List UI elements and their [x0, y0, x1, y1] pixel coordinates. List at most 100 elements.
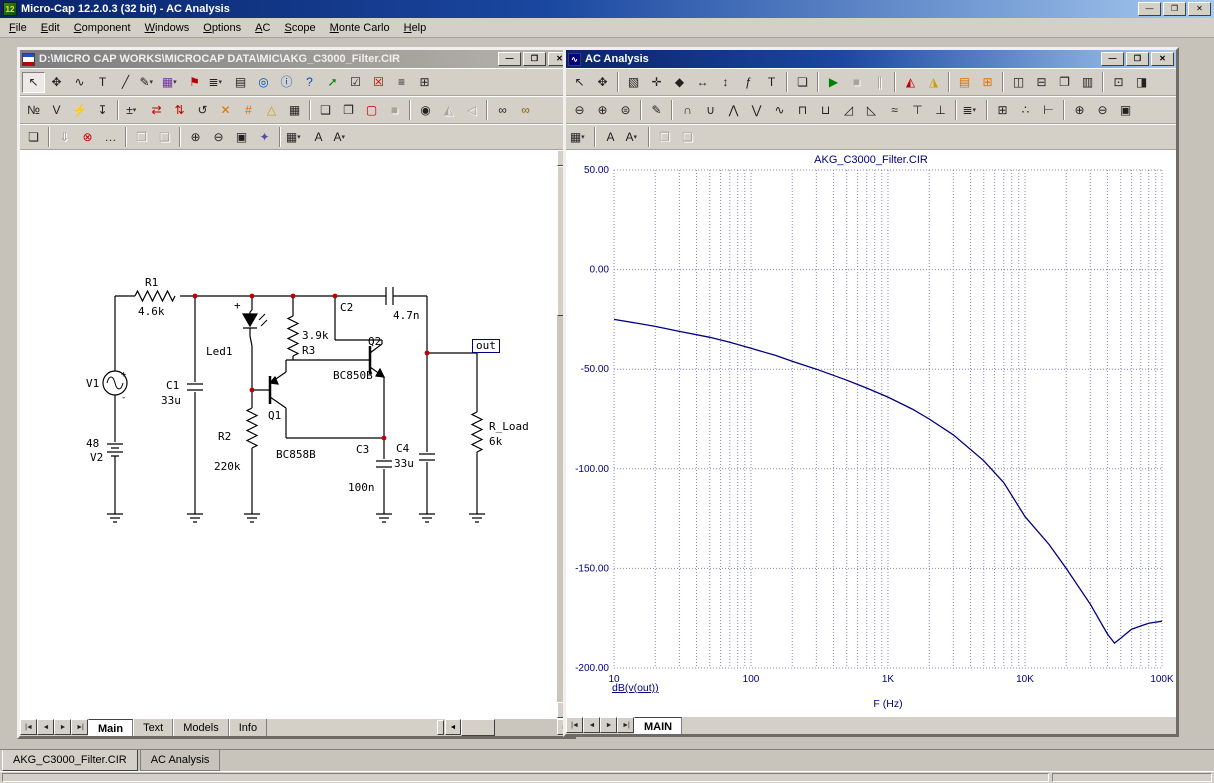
properties-icon[interactable]: ❏	[791, 72, 814, 93]
rotate-icon[interactable]: ↺	[191, 100, 214, 121]
last-tab-button[interactable]: ►|	[71, 719, 88, 735]
text-mode-icon[interactable]: T	[760, 72, 783, 93]
menu-help[interactable]: Help	[397, 20, 434, 36]
grid-options-icon[interactable]: ▦▾	[568, 127, 591, 148]
picture-mode-dropdown-icon[interactable]: ▾	[173, 78, 181, 86]
zoom-out-icon[interactable]: ⊖	[1091, 100, 1114, 121]
find-part-icon[interactable]: ◎	[252, 72, 275, 93]
zoom-area-icon[interactable]: ▣	[230, 127, 253, 148]
scale-down-icon[interactable]: ⊖	[568, 100, 591, 121]
menu-ac[interactable]: AC	[248, 20, 277, 36]
analysis-limits-icon[interactable]: ◭	[899, 72, 922, 93]
zoom-in-icon[interactable]: ⊕	[1068, 100, 1091, 121]
list-icon[interactable]: ≡	[390, 72, 413, 93]
pan-mode-icon[interactable]: ✥	[45, 72, 68, 93]
flag-mode-icon[interactable]: ⚑	[183, 72, 206, 93]
menu-monte-carlo[interactable]: Monte Carlo	[323, 20, 397, 36]
minimize-button[interactable]: —	[1138, 2, 1161, 16]
font-color-icon[interactable]: A	[307, 127, 330, 148]
more-options-icon[interactable]: …	[99, 127, 122, 148]
cancel-icon[interactable]: ⊗	[76, 127, 99, 148]
power-display-icon[interactable]: ↧	[91, 100, 114, 121]
scroll-left-button[interactable]: ◄	[445, 719, 461, 735]
snapshot-icon[interactable]: ✦	[253, 127, 276, 148]
peak-icon[interactable]: ∩	[676, 100, 699, 121]
region-disable-icon[interactable]: ☒	[367, 72, 390, 93]
region-enable-icon[interactable]: ☑	[344, 72, 367, 93]
font-size-dropdown-icon[interactable]: ▾	[634, 133, 642, 141]
horizontal-tag-icon[interactable]: ↔	[691, 72, 714, 93]
copy-page-icon[interactable]: ❐	[337, 100, 360, 121]
tab-models[interactable]: Models	[173, 719, 228, 736]
component-table-icon[interactable]: ▤	[229, 72, 252, 93]
schematic-title-bar[interactable]: D:\MICRO CAP WORKS\MICROCAP DATA\MIC\AKG…	[20, 50, 573, 68]
restore-button[interactable]: ❐	[1163, 2, 1186, 16]
bottom-measure-icon[interactable]: ⊥	[929, 100, 952, 121]
graphics-mode-dropdown-icon[interactable]: ▾	[150, 78, 158, 86]
performance-tag-icon[interactable]: ƒ	[737, 72, 760, 93]
font-color-icon[interactable]: A	[599, 127, 622, 148]
grid-options-icon[interactable]: ▦▾	[284, 127, 307, 148]
mesh-icon[interactable]: #	[237, 100, 260, 121]
maximize-plot-icon[interactable]: ⊡	[1107, 72, 1130, 93]
target-icon[interactable]: ◉	[414, 100, 437, 121]
wire-mode-icon[interactable]: ∿	[68, 72, 91, 93]
diagonal-wire-mode-icon[interactable]: ╱	[114, 72, 137, 93]
watch-icon[interactable]: ⊞	[976, 72, 999, 93]
bus-mode-icon[interactable]: ≣▾	[206, 72, 229, 93]
picture-mode-icon[interactable]: ▦▾	[160, 72, 183, 93]
find-next-icon[interactable]: ∞	[514, 100, 537, 121]
info-mode-icon[interactable]: ⓘ	[275, 72, 298, 93]
node-voltages-icon[interactable]: V	[45, 100, 68, 121]
data-points-icon[interactable]: ∴	[1014, 100, 1037, 121]
find-icon[interactable]: ∞	[491, 100, 514, 121]
horizontal-scroll-track[interactable]	[461, 719, 557, 736]
cursor-table-icon[interactable]: ⊞	[991, 100, 1014, 121]
menu-scope[interactable]: Scope	[277, 20, 322, 36]
font-size-dropdown-icon[interactable]: ▾	[342, 133, 350, 141]
prev-tab-button[interactable]: ◄	[37, 719, 54, 735]
inflection-icon[interactable]: ∿	[768, 100, 791, 121]
first-tab-button[interactable]: |◄	[566, 717, 583, 733]
grid-options-dropdown-icon[interactable]: ▾	[581, 133, 589, 141]
edit-curve-icon[interactable]: ✎	[645, 100, 668, 121]
polarity-dropdown-icon[interactable]: ▾	[133, 106, 141, 114]
tracker-icon[interactable]: ⊢	[1037, 100, 1060, 121]
select-mode-icon[interactable]: ↖	[568, 72, 591, 93]
prev-tab-button[interactable]: ◄	[583, 717, 600, 733]
tab-main[interactable]: Main	[88, 719, 133, 736]
tile-vertical-icon[interactable]: ◫	[1007, 72, 1030, 93]
run-icon[interactable]: ▶	[822, 72, 845, 93]
overlap-icon[interactable]: ▥	[1076, 72, 1099, 93]
low-icon[interactable]: ⋁	[745, 100, 768, 121]
tab-main[interactable]: MAIN	[634, 717, 682, 734]
cursor-mode-icon[interactable]: ✛	[645, 72, 668, 93]
high-icon[interactable]: ⋀	[722, 100, 745, 121]
zoom-in-icon[interactable]: ⊕	[184, 127, 207, 148]
analysis-title-bar[interactable]: ∿ AC Analysis —❐✕	[566, 50, 1176, 68]
component-panel-icon[interactable]: ❏	[22, 127, 45, 148]
menu-file[interactable]: File	[2, 20, 34, 36]
flip-y-icon[interactable]: ⇅	[168, 100, 191, 121]
delta-icon[interactable]: △	[260, 100, 283, 121]
tab-ac-analysis[interactable]: AC Analysis	[140, 750, 221, 771]
font-size-icon[interactable]: A▾	[330, 127, 353, 148]
title-bar[interactable]: 12 Micro-Cap 12.2.0.3 (32 bit) - AC Anal…	[0, 0, 1214, 18]
text-mode-icon[interactable]: T	[91, 72, 114, 93]
horizontal-scroll-thumb[interactable]	[461, 719, 495, 736]
scale-up-icon[interactable]: ⊕	[591, 100, 614, 121]
tile-horizontal-icon[interactable]: ⊟	[1030, 72, 1053, 93]
schematic-horizontal-scrollbar[interactable]: ◄ ►	[445, 719, 573, 736]
tab-info[interactable]: Info	[229, 719, 267, 736]
autoscale-icon[interactable]: ⊜	[614, 100, 637, 121]
link-mode-icon[interactable]: ➚	[321, 72, 344, 93]
restore-button[interactable]: ❐	[523, 52, 546, 66]
tab-akg-c3000-filter-cir[interactable]: AKG_C3000_Filter.CIR	[2, 750, 138, 771]
splitter-handle[interactable]	[437, 720, 444, 735]
font-size-icon[interactable]: A▾	[622, 127, 645, 148]
sheet-icon[interactable]: ⊞	[413, 72, 436, 93]
stack-plots-icon[interactable]: ≣▾	[960, 100, 983, 121]
last-tab-button[interactable]: ►|	[617, 717, 634, 733]
zoom-out-icon[interactable]: ⊖	[207, 127, 230, 148]
close-button[interactable]: ✕	[1188, 2, 1211, 16]
